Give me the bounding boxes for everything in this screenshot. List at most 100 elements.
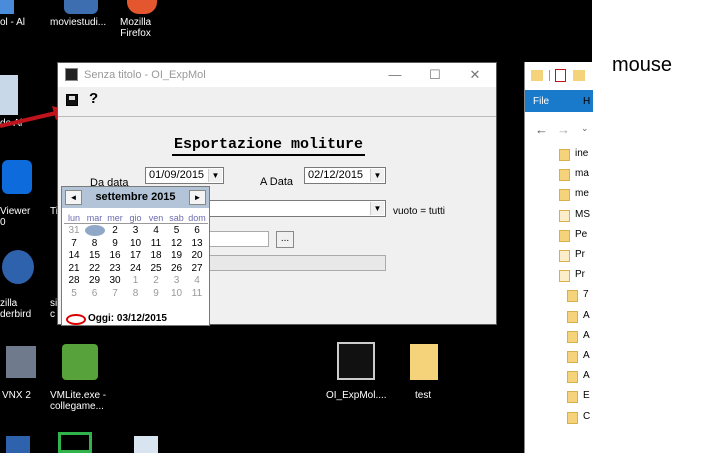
calendar-day[interactable]: 17 bbox=[126, 250, 146, 261]
app-window: Senza titolo - OI_ExpMol — ☐ ✕ ? Esporta… bbox=[57, 62, 497, 326]
folder-icon bbox=[559, 149, 570, 161]
teamviewer-icon[interactable] bbox=[2, 160, 32, 194]
calendar-day[interactable]: 12 bbox=[167, 238, 187, 249]
calendar-day[interactable]: 10 bbox=[126, 238, 146, 249]
folder-icon bbox=[567, 371, 578, 384]
desktop-icon-label: test bbox=[415, 390, 432, 401]
calendar-day[interactable]: 29 bbox=[85, 275, 105, 286]
maximize-button[interactable]: ☐ bbox=[420, 65, 450, 85]
prev-month-button[interactable]: ◄ bbox=[65, 190, 82, 205]
calendar-day[interactable]: 2 bbox=[146, 275, 166, 286]
weekday-label: sab bbox=[169, 213, 184, 223]
calendar-day[interactable]: 3 bbox=[167, 275, 187, 286]
app-icon[interactable] bbox=[134, 436, 158, 453]
calendar-day[interactable]: 8 bbox=[126, 288, 146, 299]
calendar-day[interactable]: 31 bbox=[64, 225, 84, 236]
calendar-day[interactable]: 11 bbox=[187, 288, 207, 299]
calendar-day[interactable]: 21 bbox=[64, 263, 84, 274]
calendar-day[interactable]: 4 bbox=[187, 275, 207, 286]
calendar-day[interactable]: 30 bbox=[105, 275, 125, 286]
path-input[interactable] bbox=[206, 231, 269, 247]
filter-select[interactable]: ▼ bbox=[206, 200, 386, 217]
chevron-down-icon[interactable]: ▼ bbox=[370, 202, 384, 215]
calendar-day[interactable]: 7 bbox=[64, 238, 84, 249]
folder-name: A bbox=[583, 329, 590, 341]
weekday-label: mer bbox=[107, 213, 123, 223]
close-button[interactable]: ✕ bbox=[460, 65, 490, 85]
folder-name: ine bbox=[575, 148, 589, 159]
calendar-day[interactable]: 10 bbox=[167, 288, 187, 299]
calendar-day[interactable]: 11 bbox=[146, 238, 166, 249]
title-bar[interactable]: Senza titolo - OI_ExpMol — ☐ ✕ bbox=[58, 63, 496, 87]
calendar-day[interactable]: 1 bbox=[126, 275, 146, 286]
chevron-down-icon[interactable]: ▼ bbox=[208, 169, 222, 182]
calendar-day[interactable]: 5 bbox=[64, 288, 84, 299]
back-icon[interactable]: ← bbox=[535, 122, 548, 137]
a-data-label: A Data bbox=[260, 176, 294, 188]
folder-icon bbox=[567, 330, 578, 343]
calendar-day[interactable]: 7 bbox=[105, 288, 125, 299]
chevron-down-icon[interactable]: ▼ bbox=[370, 169, 384, 182]
page-title: Esportazione moliture bbox=[172, 136, 366, 156]
folder-name: E bbox=[583, 390, 590, 402]
folder-icon bbox=[559, 229, 570, 242]
chevron-down-icon[interactable]: ⌄ bbox=[581, 123, 589, 134]
folder-icon bbox=[559, 270, 570, 283]
desktop-icon-label: moviestudi... bbox=[50, 17, 107, 28]
today-link[interactable]: Oggi: 03/12/2015 bbox=[88, 313, 167, 324]
calendar-day[interactable]: 24 bbox=[126, 263, 146, 274]
minimize-button[interactable]: — bbox=[380, 65, 410, 85]
save-icon[interactable] bbox=[66, 94, 78, 106]
browse-button[interactable]: ... bbox=[276, 231, 294, 248]
calendar-day[interactable]: 18 bbox=[146, 250, 166, 261]
folder-name: ma bbox=[575, 168, 589, 180]
moviestudio-icon[interactable] bbox=[64, 0, 98, 14]
vnx-icon[interactable] bbox=[6, 346, 36, 378]
calendar-day[interactable]: 8 bbox=[85, 238, 105, 249]
firefox-icon[interactable] bbox=[127, 0, 157, 14]
calendar-day[interactable]: 6 bbox=[187, 225, 207, 236]
oi-expmol-icon[interactable] bbox=[337, 342, 375, 380]
file-tab[interactable]: File bbox=[533, 96, 549, 107]
calendar-day[interactable]: 3 bbox=[126, 225, 146, 236]
folder-name: Pr bbox=[575, 249, 585, 260]
desktop-icon-label: Viewer 0 bbox=[0, 206, 31, 228]
thunderbird-icon[interactable] bbox=[2, 250, 34, 284]
a-data-value: 02/12/2015 bbox=[308, 169, 364, 181]
app-icon[interactable] bbox=[0, 0, 14, 14]
app-icon[interactable] bbox=[6, 436, 30, 453]
calendar-day[interactable]: 25 bbox=[146, 263, 166, 274]
calendar-day[interactable]: 23 bbox=[105, 263, 125, 274]
calendar-day[interactable]: 27 bbox=[187, 263, 207, 274]
forward-icon[interactable]: → bbox=[557, 122, 570, 137]
ie-icon[interactable] bbox=[58, 432, 92, 453]
calendar-day[interactable]: 16 bbox=[105, 250, 125, 261]
calendar-day[interactable]: 9 bbox=[105, 238, 125, 249]
calendar-day[interactable]: 22 bbox=[85, 263, 105, 274]
folder-name: 7 bbox=[583, 289, 589, 301]
calendar-day[interactable]: 15 bbox=[85, 250, 105, 261]
calendar-day[interactable]: 5 bbox=[167, 225, 187, 236]
calendar-day[interactable]: 4 bbox=[146, 225, 166, 236]
folder-icon[interactable] bbox=[410, 344, 438, 380]
a-data-field[interactable]: 02/12/2015 ▼ bbox=[304, 167, 386, 184]
calendar-day[interactable]: 20 bbox=[187, 250, 207, 261]
folder-icon bbox=[567, 351, 578, 363]
calendar-day[interactable]: 19 bbox=[167, 250, 187, 261]
calendar-day[interactable]: 13 bbox=[187, 238, 207, 249]
calendar-day[interactable]: 14 bbox=[64, 250, 84, 261]
divider bbox=[549, 70, 550, 81]
calendar-day[interactable]: 6 bbox=[85, 288, 105, 299]
calendar-day[interactable]: 2 bbox=[105, 225, 125, 236]
weekday-label: dom bbox=[188, 213, 206, 223]
folder-icon bbox=[567, 290, 578, 303]
da-data-field[interactable]: 01/09/2015 ▼ bbox=[145, 167, 224, 184]
help-icon[interactable]: ? bbox=[89, 90, 98, 107]
calendar-day[interactable]: 28 bbox=[64, 275, 84, 286]
next-month-button[interactable]: ► bbox=[189, 190, 206, 205]
calendar-day[interactable]: 1 bbox=[84, 225, 105, 236]
calendar-day[interactable]: 9 bbox=[146, 288, 166, 299]
calendar-day[interactable]: 26 bbox=[167, 263, 187, 274]
vmlite-icon[interactable] bbox=[62, 344, 98, 380]
home-tab[interactable]: H bbox=[583, 96, 590, 107]
